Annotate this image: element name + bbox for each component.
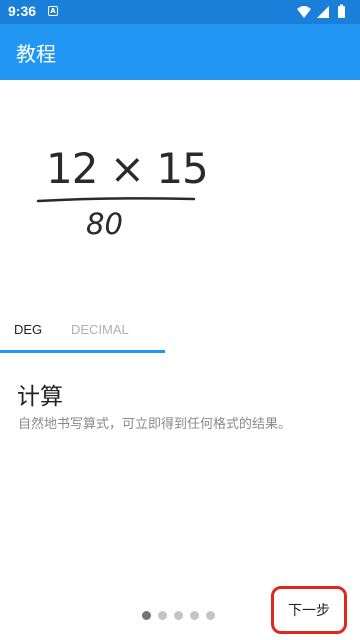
mode-tabs: DEG DECIMAL [0,316,360,354]
next-step-label: 下一步 [288,603,330,619]
section-description: 自然地书写算式，可立即得到任何格式的结果。 [18,417,292,432]
page-dot-4[interactable] [190,611,199,620]
illustration-result: 80 [86,207,123,241]
page-dot-3[interactable] [174,611,183,620]
page-dot-2[interactable] [158,611,167,620]
page-dot-5[interactable] [206,611,215,620]
section-heading: 计算 [17,384,63,410]
tab-decimal[interactable]: DECIMAL [71,322,129,337]
tab-indicator [0,350,165,353]
tab-deg[interactable]: DEG [14,322,42,337]
next-step-button[interactable]: 下一步 [271,586,347,634]
page-dot-1[interactable] [142,611,151,620]
